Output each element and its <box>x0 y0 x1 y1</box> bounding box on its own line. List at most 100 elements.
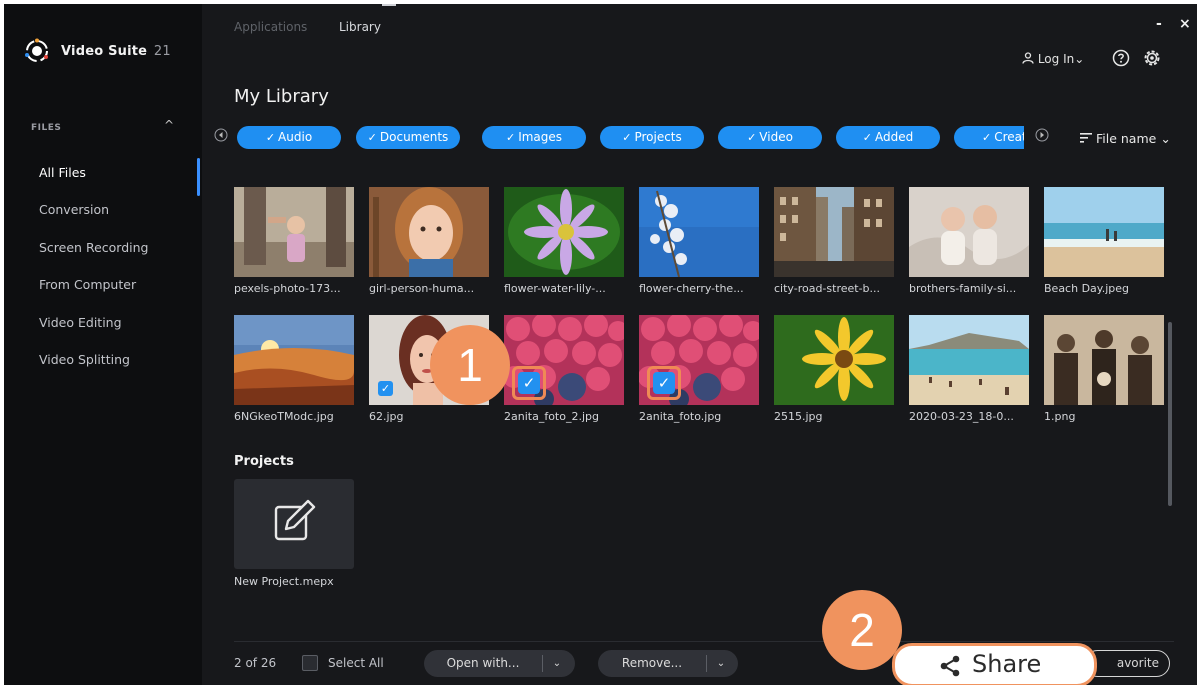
open-with-button[interactable]: Open with... ⌄ <box>424 650 575 677</box>
file-thumbnail[interactable] <box>369 187 489 277</box>
check-icon: ✓ <box>981 131 992 144</box>
project-name: New Project.mepx <box>234 575 334 588</box>
file-thumbnail[interactable] <box>234 315 354 405</box>
sidebar-item-video-splitting[interactable]: Video Splitting <box>4 345 202 375</box>
cherry-blossom-image <box>639 187 759 277</box>
file-thumbnail[interactable] <box>774 187 894 277</box>
sidebar-item-screen-recording[interactable]: Screen Recording <box>4 233 202 263</box>
chip-label: Added <box>874 130 914 144</box>
sidebar-item-video-editing[interactable]: Video Editing <box>4 308 202 338</box>
file-name: 2anita_foto.jpg <box>639 410 722 423</box>
app-version: 21 <box>153 44 171 59</box>
tab-library[interactable]: Library <box>339 20 381 34</box>
chevron-down-icon: ⌄ <box>1074 52 1085 66</box>
file-name: girl-person-huma... <box>369 282 475 295</box>
minimize-button[interactable]: - <box>1156 16 1162 32</box>
button-separator <box>706 655 707 672</box>
city-street-image <box>774 187 894 277</box>
chip-label: Projects <box>634 130 682 144</box>
remove-label: Remove... <box>621 656 683 670</box>
select-checkbox[interactable]: ✓ <box>518 372 540 394</box>
select-checkbox[interactable]: ✓ <box>378 381 393 396</box>
footer-divider <box>234 641 1174 642</box>
share-icon <box>940 655 960 677</box>
collapse-chevron-icon[interactable]: ^ <box>164 118 174 132</box>
app-window: Video Suite 21 FILES ^ All Files Convers… <box>4 4 1197 685</box>
filter-chips: ✓ Audio ✓ Documents ✓ Images ✓ Projects ✓ Vid… <box>237 126 1024 150</box>
sidebar-item-all-files[interactable]: All Files <box>4 158 202 196</box>
step-callout-2: 2 <box>822 590 902 670</box>
beach-crowd-image <box>909 315 1029 405</box>
share-button[interactable]: Share <box>892 643 1097 685</box>
remove-button[interactable]: Remove... ⌄ <box>598 650 738 677</box>
sidebar-item-label: All Files <box>39 165 86 180</box>
login-label: Log In <box>1037 52 1075 66</box>
check-icon: ✓ <box>862 131 872 144</box>
sort-label: File name <box>1095 131 1157 146</box>
babies-photo-image <box>909 187 1029 277</box>
help-icon[interactable] <box>1112 49 1130 67</box>
file-thumbnail[interactable] <box>1044 187 1164 277</box>
water-lily-image <box>504 187 624 277</box>
file-thumbnail[interactable] <box>1044 315 1164 405</box>
sidebar-item-label: Conversion <box>39 202 110 217</box>
file-thumbnail[interactable] <box>774 315 894 405</box>
video-suite-logo-icon <box>25 38 48 62</box>
filter-chip-images[interactable]: ✓ Images <box>482 126 586 149</box>
step-callout-1: 1 <box>430 325 510 405</box>
file-name: city-road-street-b... <box>774 282 881 295</box>
beach-day-image <box>1044 187 1164 277</box>
sidebar-item-from-computer[interactable]: From Computer <box>4 270 202 300</box>
file-name: 2020-03-23_18-0... <box>909 410 1014 423</box>
file-thumbnail[interactable] <box>639 187 759 277</box>
edit-project-icon <box>274 499 316 541</box>
file-name: brothers-family-si... <box>909 282 1017 295</box>
gear-icon[interactable] <box>1142 48 1162 68</box>
scroll-left-icon[interactable] <box>214 128 228 142</box>
chevron-down-icon[interactable]: ⌄ <box>710 650 732 677</box>
vintage-family-photo-image <box>1044 315 1164 405</box>
filter-chip-added[interactable]: ✓ Added <box>836 126 940 149</box>
sidebar-item-label: From Computer <box>39 277 137 292</box>
scroll-right-icon[interactable] <box>1035 128 1049 142</box>
app-name: Video Suite 21 <box>61 44 171 59</box>
file-name: flower-water-lily-... <box>504 282 606 295</box>
file-thumbnail[interactable] <box>909 187 1029 277</box>
filter-chip-created[interactable]: ✓Creati <box>954 126 1024 149</box>
sidebar-item-label: Video Editing <box>39 315 122 330</box>
file-name: 62.jpg <box>369 410 404 423</box>
file-thumbnail[interactable] <box>234 187 354 277</box>
close-button[interactable]: × <box>1179 16 1191 32</box>
select-all-label[interactable]: Select All <box>328 656 384 670</box>
selection-count: 2 of 26 <box>234 656 277 670</box>
filter-chip-documents[interactable]: ✓ Documents <box>356 126 460 149</box>
file-thumbnail[interactable] <box>504 187 624 277</box>
login-button[interactable]: Log In⌄ <box>1022 52 1084 66</box>
vertical-scrollbar[interactable] <box>1168 322 1172 506</box>
select-all-checkbox[interactable] <box>302 655 318 671</box>
chevron-down-icon: ⌄ <box>1160 131 1171 146</box>
filter-chip-video[interactable]: ✓ Video <box>718 126 822 149</box>
file-name: Beach Day.jpeg <box>1044 282 1130 295</box>
sidebar-item-label: Video Splitting <box>39 352 130 367</box>
open-with-label: Open with... <box>446 656 520 670</box>
canyon-sunset-image <box>234 315 354 405</box>
chip-label: Creati <box>994 130 1024 144</box>
chip-label: Audio <box>278 130 313 144</box>
page-title: My Library <box>234 86 329 107</box>
check-icon: ✓ <box>747 131 757 144</box>
sidebar-item-conversion[interactable]: Conversion <box>4 195 202 225</box>
sort-dropdown[interactable]: File name ⌄ <box>1080 131 1171 146</box>
filter-chip-audio[interactable]: ✓ Audio <box>237 126 341 149</box>
check-icon: ✓ <box>367 131 377 144</box>
chevron-down-icon[interactable]: ⌄ <box>546 650 568 677</box>
file-thumbnail[interactable] <box>909 315 1029 405</box>
check-icon: ✓ <box>622 131 632 144</box>
yellow-flower-image <box>774 315 894 405</box>
projects-heading: Projects <box>234 454 294 469</box>
tab-applications[interactable]: Applications <box>234 20 307 34</box>
filter-chip-projects[interactable]: ✓ Projects <box>600 126 704 149</box>
select-checkbox[interactable]: ✓ <box>653 372 675 394</box>
project-thumbnail[interactable] <box>234 479 354 569</box>
tab-indicator <box>382 4 396 6</box>
